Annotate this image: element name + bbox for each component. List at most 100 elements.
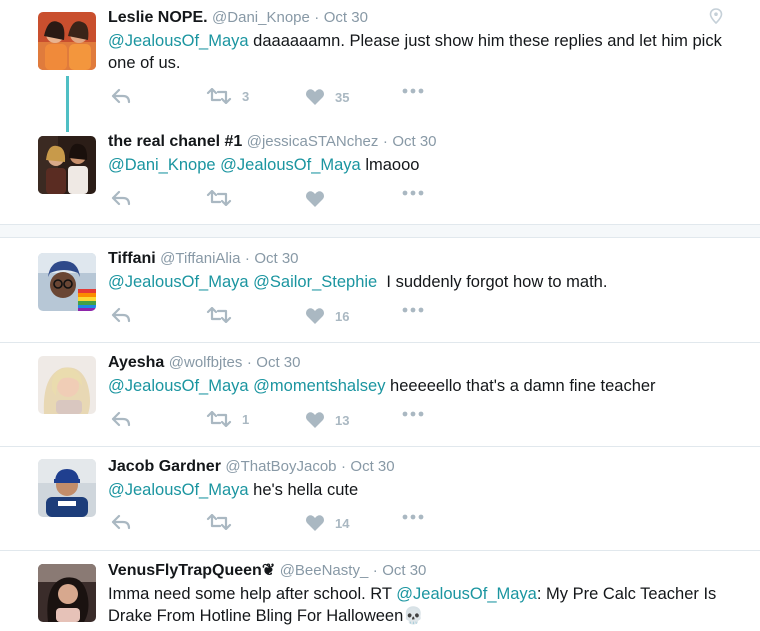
tweet[interactable]: Ayesha @wolfbjtes · Oct 30 @JealousOf_Ma…	[0, 343, 760, 446]
tweet-actions: 14	[108, 514, 448, 534]
like-icon	[305, 515, 325, 531]
separator-dot: ·	[340, 458, 346, 475]
tweet-text: @JealousOf_Maya @momentshalsey heeeeello…	[108, 375, 730, 397]
more-icon	[402, 514, 424, 520]
display-name[interactable]: Jacob Gardner	[108, 458, 221, 475]
more-icon	[402, 307, 424, 313]
like-count: 14	[335, 515, 350, 531]
timestamp[interactable]: Oct 30	[350, 458, 394, 475]
like-icon	[305, 191, 325, 207]
like-icon	[305, 412, 325, 428]
like-icon	[305, 308, 325, 324]
like-button[interactable]: 16	[305, 307, 349, 325]
retweet-button[interactable]	[206, 514, 232, 530]
reply-button[interactable]	[111, 307, 131, 323]
tweet[interactable]: VenusFlyTrapQueen❦ @BeeNasty_ · Oct 30 I…	[0, 551, 760, 631]
retweet-button[interactable]	[206, 307, 232, 323]
like-button[interactable]	[305, 190, 325, 208]
username[interactable]: @ThatBoyJacob	[225, 458, 336, 475]
separator-dot: ·	[244, 250, 250, 267]
tweet-body: heeeeello that's a damn fine teacher	[385, 377, 656, 395]
more-options-button[interactable]	[402, 88, 424, 94]
retweet-icon	[206, 411, 232, 427]
reply-button[interactable]	[111, 411, 131, 427]
display-name[interactable]: Leslie NOPE.	[108, 9, 208, 26]
more-icon	[402, 411, 424, 417]
display-name[interactable]: VenusFlyTrapQueen❦	[108, 562, 275, 579]
tweet-header: VenusFlyTrapQueen❦ @BeeNasty_ · Oct 30	[108, 561, 730, 581]
display-name[interactable]: Tiffani	[108, 250, 156, 267]
mention-link[interactable]: @JealousOf_Maya @Sailor_Stephie	[108, 273, 377, 291]
more-options-button[interactable]	[402, 411, 424, 417]
reply-button[interactable]	[111, 88, 131, 104]
display-name[interactable]: Ayesha	[108, 354, 164, 371]
avatar[interactable]	[38, 136, 96, 194]
more-options-button[interactable]	[402, 514, 424, 520]
tweet[interactable]: Tiffani @TiffaniAlia · Oct 30 @JealousOf…	[0, 238, 760, 342]
mention-link[interactable]: @JealousOf_Maya	[108, 32, 249, 50]
separator-dot: ·	[382, 133, 388, 150]
tweet-header: Jacob Gardner @ThatBoyJacob · Oct 30	[108, 457, 730, 477]
timestamp[interactable]: Oct 30	[324, 9, 368, 26]
reply-button[interactable]	[111, 514, 131, 530]
mention-link[interactable]: @JealousOf_Maya	[108, 481, 249, 499]
mention-link[interactable]: @JealousOf_Maya @momentshalsey	[108, 377, 385, 395]
reply-icon	[111, 411, 131, 427]
avatar[interactable]	[38, 253, 96, 311]
tweet-body: I suddenly forgot how to math.	[377, 273, 608, 291]
avatar[interactable]	[38, 12, 96, 70]
username[interactable]: @TiffaniAlia	[160, 250, 240, 267]
username[interactable]: @Dani_Knope	[212, 9, 310, 26]
like-button[interactable]: 13	[305, 411, 349, 429]
timestamp[interactable]: Oct 30	[254, 250, 298, 267]
tweet-text: @JealousOf_Maya daaaaaamn. Please just s…	[108, 30, 730, 74]
mention-link[interactable]: @JealousOf_Maya	[396, 585, 537, 603]
tweet-body: Imma need some help after school. RT	[108, 585, 397, 603]
retweet-icon	[206, 88, 232, 104]
timestamp[interactable]: Oct 30	[392, 133, 436, 150]
tweet-header: Ayesha @wolfbjtes · Oct 30	[108, 353, 730, 373]
tweet[interactable]: Leslie NOPE. @Dani_Knope · Oct 30 @Jealo…	[0, 0, 760, 120]
timestamp[interactable]: Oct 30	[256, 354, 300, 371]
tweet-text: @Dani_Knope @JealousOf_Maya lmaooo	[108, 154, 730, 176]
reply-icon	[111, 307, 131, 323]
avatar[interactable]	[38, 564, 96, 622]
retweet-button[interactable]: 1	[206, 411, 249, 427]
tweet-body: he's hella cute	[248, 481, 359, 499]
avatar[interactable]	[38, 459, 96, 517]
like-button[interactable]: 14	[305, 514, 349, 532]
tweet[interactable]: the real chanel #1 @jessicaSTANchez · Oc…	[0, 120, 760, 224]
more-options-button[interactable]	[402, 307, 424, 313]
skull-icon: 💀	[403, 607, 424, 625]
conversation-separator	[0, 224, 760, 238]
separator-dot: ·	[314, 9, 320, 26]
like-count: 13	[335, 412, 350, 428]
reply-button[interactable]	[111, 190, 131, 206]
separator-dot: ·	[372, 562, 378, 579]
avatar[interactable]	[38, 356, 96, 414]
like-count: 35	[335, 89, 350, 105]
more-icon	[402, 190, 424, 196]
tweet-header: Leslie NOPE. @Dani_Knope · Oct 30	[108, 8, 730, 28]
username[interactable]: @BeeNasty_	[280, 562, 369, 579]
more-options-button[interactable]	[402, 190, 424, 196]
tweet-header: the real chanel #1 @jessicaSTANchez · Oc…	[108, 132, 730, 152]
reply-icon	[111, 514, 131, 530]
retweet-button[interactable]	[206, 190, 232, 206]
like-icon	[305, 89, 325, 105]
retweet-icon	[206, 190, 232, 206]
tweet-text: Imma need some help after school. RT @Je…	[108, 583, 730, 627]
reply-icon	[111, 190, 131, 206]
display-name[interactable]: the real chanel #1	[108, 133, 242, 150]
like-count: 16	[335, 308, 350, 324]
timestamp[interactable]: Oct 30	[382, 562, 426, 579]
retweet-button[interactable]: 3	[206, 88, 249, 104]
retweet-count: 1	[242, 411, 250, 427]
like-button[interactable]: 35	[305, 88, 349, 106]
username[interactable]: @wolfbjtes	[169, 354, 243, 371]
tweet[interactable]: Jacob Gardner @ThatBoyJacob · Oct 30 @Je…	[0, 447, 760, 550]
separator-dot: ·	[246, 354, 252, 371]
username[interactable]: @jessicaSTANchez	[247, 133, 379, 150]
tweet-text: @JealousOf_Maya @Sailor_Stephie I sudden…	[108, 271, 730, 293]
mention-link[interactable]: @Dani_Knope @JealousOf_Maya	[108, 156, 361, 174]
